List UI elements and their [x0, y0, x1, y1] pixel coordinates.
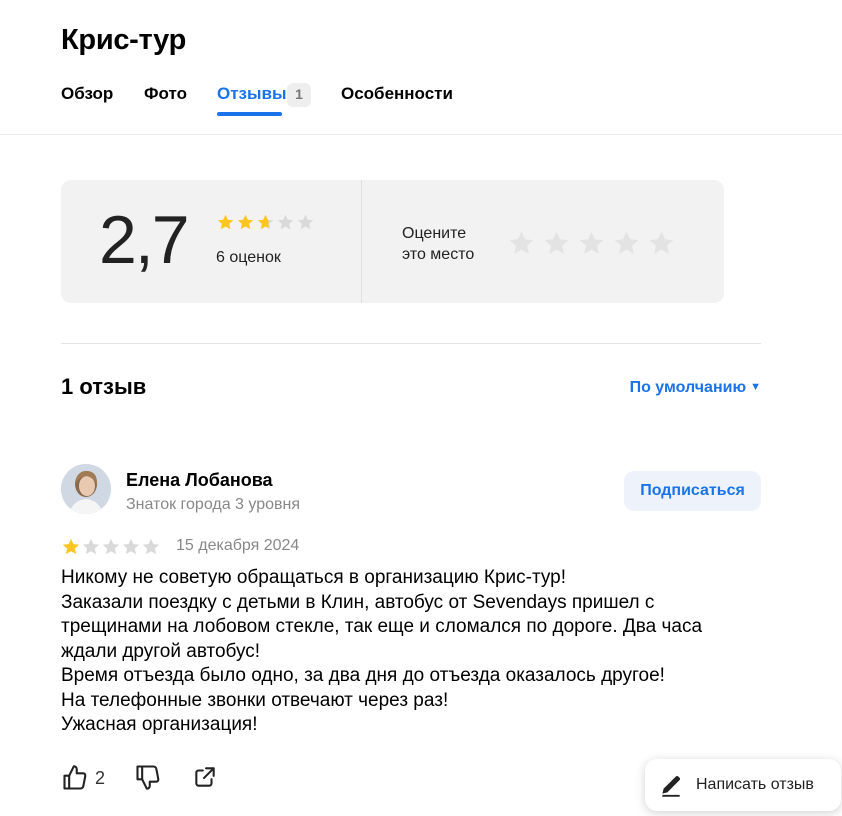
page: Крис-тур Обзор Фото Отзывы 1 Особенности… — [0, 0, 842, 816]
subscribe-button[interactable]: Подписаться — [624, 471, 761, 511]
star-icon — [277, 214, 294, 230]
review-text-line: На телефонные звонки отвечают через раз! — [61, 689, 449, 711]
write-review-label: Написать отзыв — [696, 776, 814, 793]
star-icon — [297, 214, 314, 230]
reviews-count-badge: 1 — [287, 83, 311, 107]
star-icon — [142, 538, 160, 555]
tab-photos[interactable]: Фото — [144, 82, 187, 106]
sort-dropdown[interactable]: По умолчанию ▼ — [630, 379, 761, 397]
rating-summary-card: 2,7 6 оценок Оцените это место — [61, 180, 724, 303]
thumbs-down-icon — [136, 765, 160, 790]
rate-star-icon[interactable] — [542, 229, 571, 258]
thumbs-up-icon — [63, 765, 87, 790]
pen-icon — [662, 775, 681, 797]
rate-prompt-line1: Оцените — [402, 225, 467, 242]
page-title: Крис-тур — [61, 24, 187, 56]
review-text-line: ждали другой автобус! — [61, 640, 261, 662]
avatar[interactable] — [61, 464, 111, 514]
header-divider — [0, 134, 842, 135]
review-text-line: Заказали поездку с детьми в Клин, автобу… — [61, 591, 655, 613]
review-text-line: Время отъезда было одно, за два дня до о… — [61, 665, 665, 686]
review-text-line: Ужасная организация! — [61, 714, 258, 735]
star-icon — [237, 214, 254, 230]
caret-down-icon: ▼ — [750, 381, 761, 393]
rating-card-divider — [361, 180, 362, 303]
sort-label: По умолчанию — [629, 379, 747, 396]
review-text: Никому не советую обращаться в организац… — [61, 566, 761, 738]
dislike-button[interactable] — [134, 763, 162, 796]
review-text-line: трещинами на лобовом стекле, так еще и с… — [61, 616, 703, 637]
share-icon — [195, 767, 215, 787]
tab-reviews-label: Отзывы — [217, 84, 287, 103]
star-icon — [82, 538, 100, 555]
review-rating-stars — [61, 537, 161, 557]
rate-star-icon[interactable] — [647, 229, 676, 258]
like-button[interactable]: 2 — [61, 763, 105, 793]
rate-star-icon[interactable] — [577, 229, 606, 258]
tab-reviews[interactable]: Отзывы — [217, 82, 287, 116]
tab-features[interactable]: Особенности — [341, 82, 453, 106]
star-icon — [102, 538, 120, 555]
rate-star-icon[interactable] — [507, 229, 536, 258]
rate-prompt: Оцените это место — [402, 223, 474, 265]
star-icon — [257, 214, 274, 230]
share-button[interactable] — [192, 764, 218, 795]
write-review-button[interactable]: Написать отзыв — [645, 759, 841, 811]
review-author-name[interactable]: Елена Лобанова — [126, 470, 273, 491]
like-count: 2 — [95, 767, 106, 788]
ratings-count: 6 оценок — [216, 249, 281, 266]
rate-star-icon[interactable] — [612, 229, 641, 258]
review-author-level: Знаток города 3 уровня — [126, 496, 301, 513]
star-icon — [62, 538, 80, 555]
rate-place-stars — [507, 229, 676, 258]
star-icon — [122, 538, 140, 555]
rate-prompt-line2: это место — [402, 246, 475, 263]
review-date: 15 декабря 2024 — [176, 537, 300, 554]
avatar-photo — [61, 464, 111, 514]
active-tab-indicator — [217, 112, 282, 116]
average-rating-stars — [216, 213, 315, 232]
reviews-count-heading: 1 отзыв — [61, 374, 147, 399]
review-text-line: Никому не советую обращаться в организац… — [61, 567, 567, 588]
tab-overview[interactable]: Обзор — [61, 82, 113, 106]
average-rating-value: 2,7 — [99, 202, 190, 278]
star-icon — [217, 214, 234, 230]
section-divider — [61, 343, 761, 344]
